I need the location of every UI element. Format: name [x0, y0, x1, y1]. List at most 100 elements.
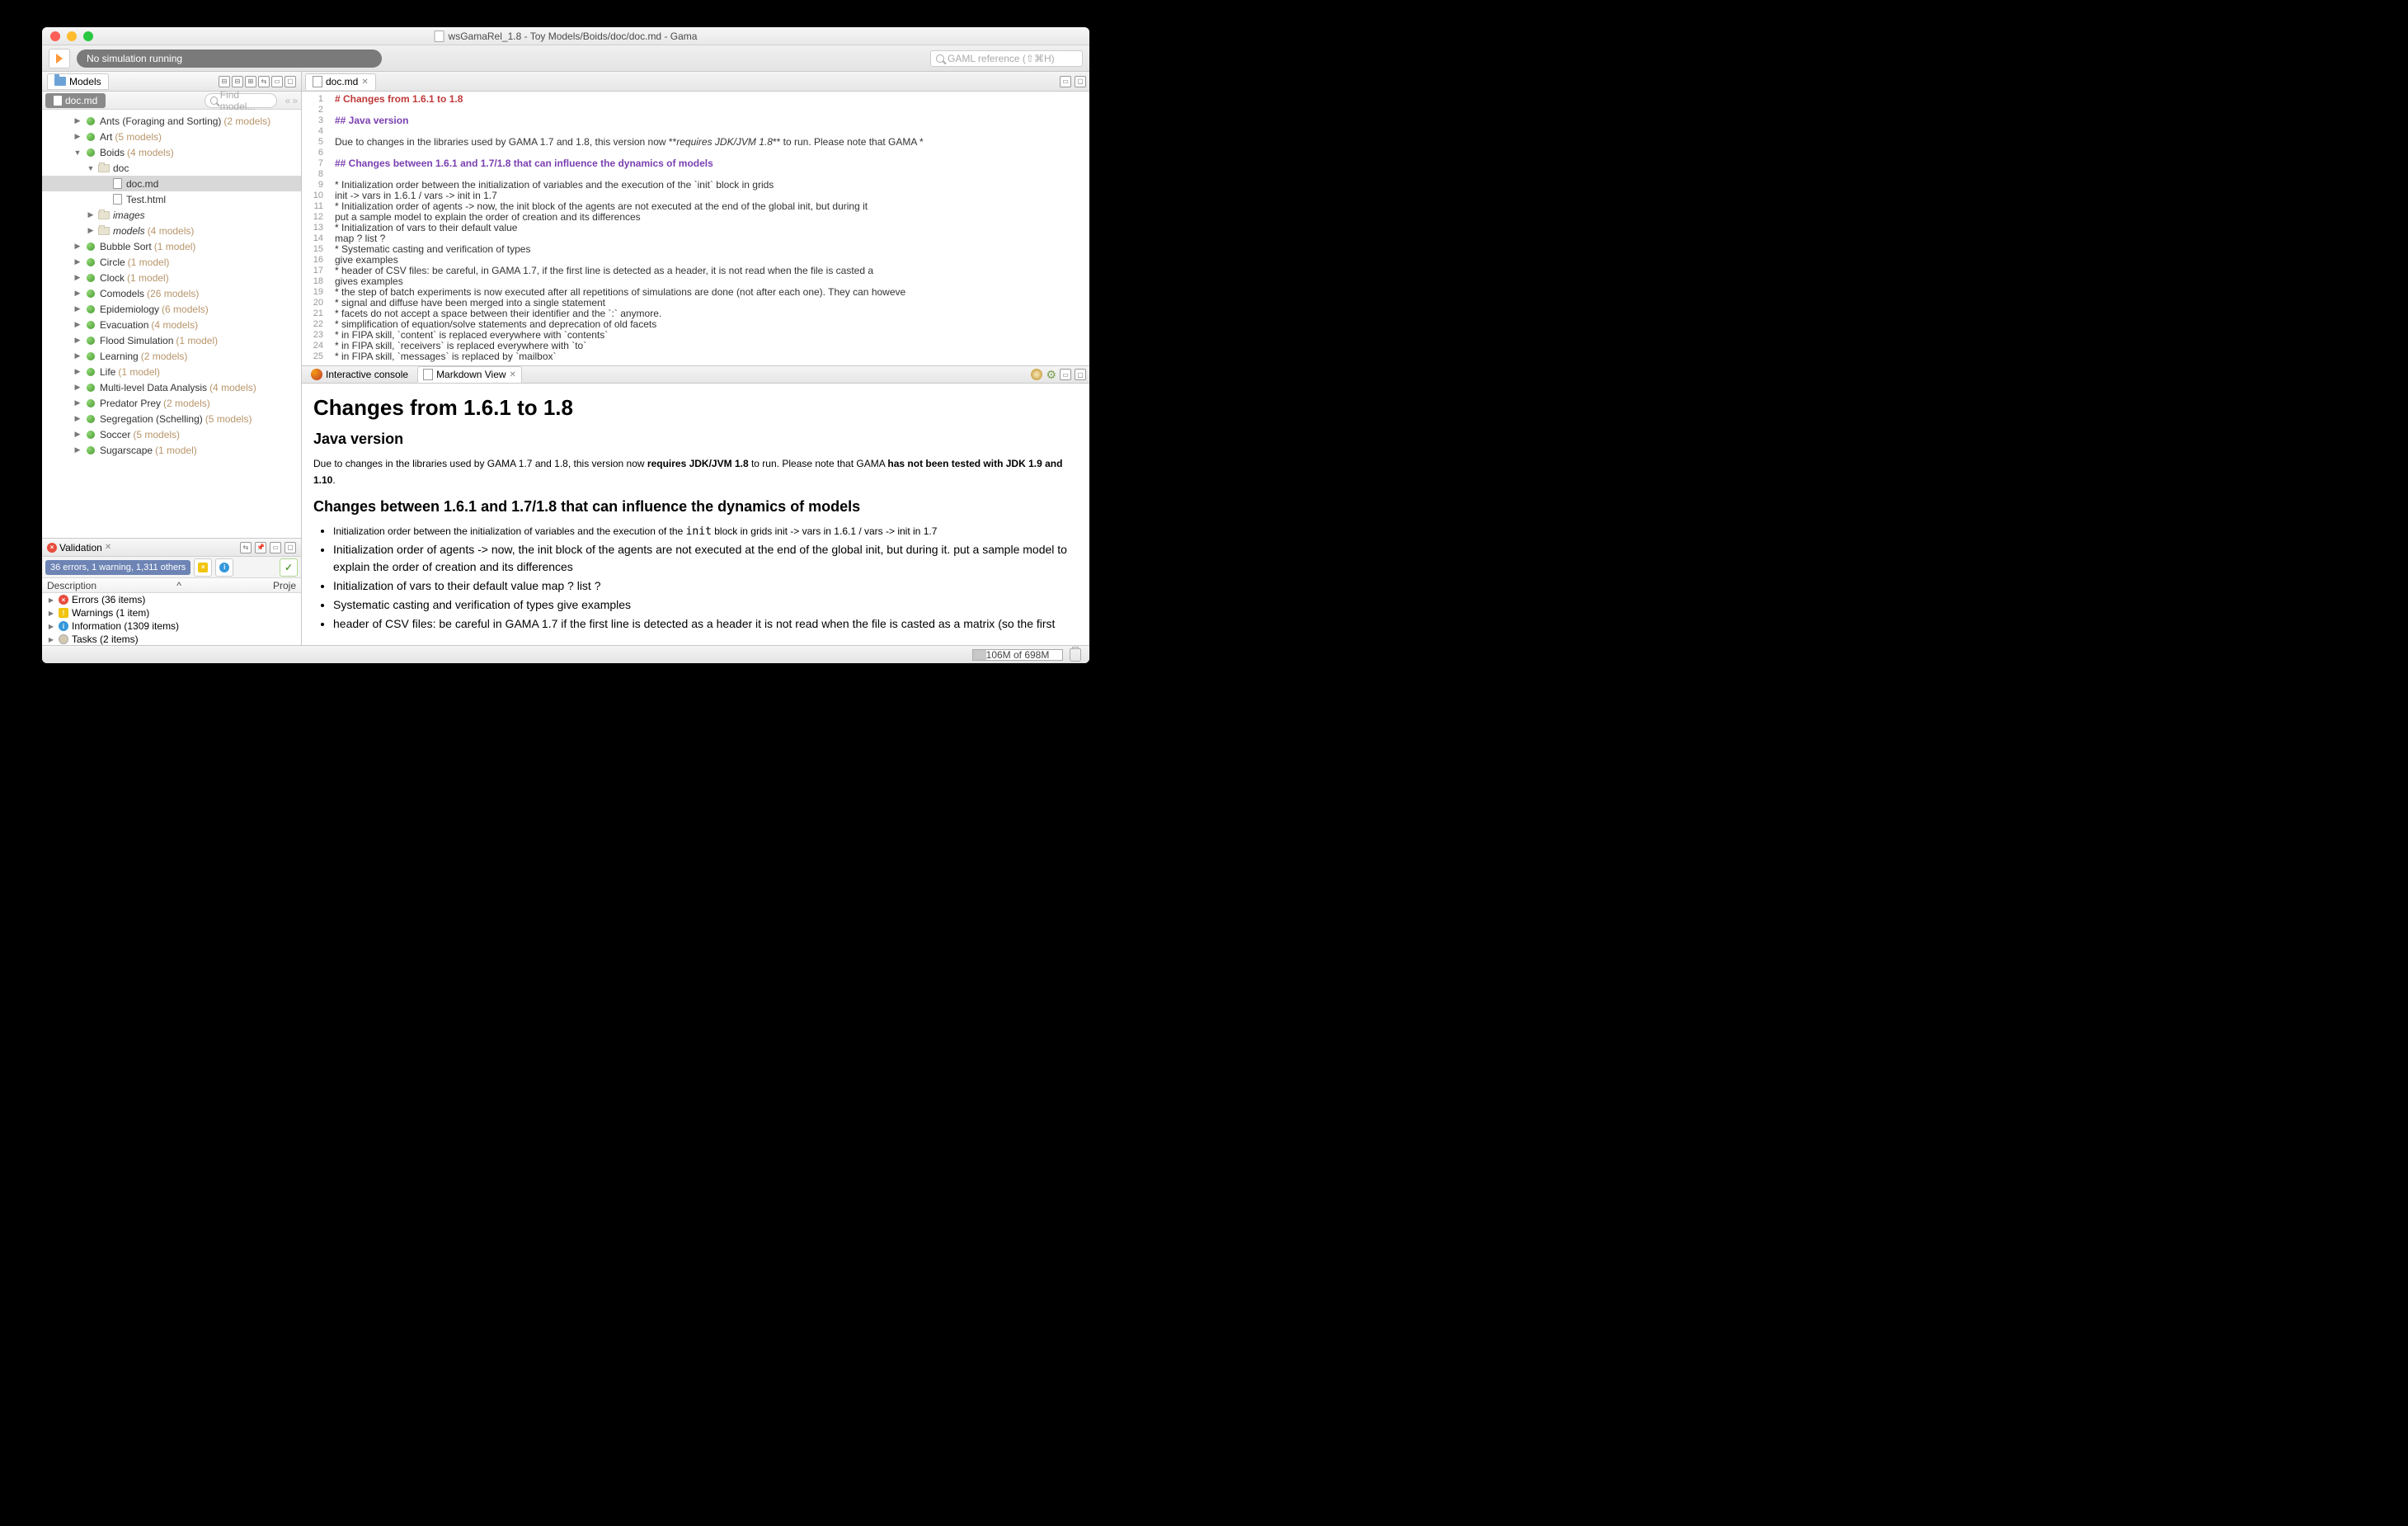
filter-info-button[interactable]: i — [215, 558, 233, 577]
validation-row[interactable]: ▶×Errors (36 items) — [42, 593, 301, 606]
window-title: wsGamaRel_1.8 - Toy Models/Boids/doc/doc… — [435, 31, 698, 42]
breadcrumb-bar: doc.md Find model... « » — [42, 92, 301, 110]
model-icon — [85, 383, 96, 393]
link-icon[interactable]: ⇆ — [258, 76, 270, 87]
tree-item[interactable]: ▶Bubble Sort (1 model) — [42, 238, 301, 254]
filter-errors-button[interactable]: × — [194, 558, 212, 577]
tree-item[interactable]: ▶models (4 models) — [42, 223, 301, 238]
maximize-icon[interactable]: ▢ — [1075, 369, 1086, 380]
close-icon[interactable]: ✕ — [361, 78, 368, 87]
collapse-icon[interactable]: ⊟ — [219, 76, 230, 87]
tree-item[interactable]: ▶Learning (2 models) — [42, 348, 301, 364]
app-window: wsGamaRel_1.8 - Toy Models/Boids/doc/doc… — [42, 27, 1089, 663]
filter-icon[interactable]: ⇆ — [240, 542, 252, 553]
md-h2: Changes between 1.6.1 and 1.7/1.8 that c… — [313, 498, 1078, 516]
validation-summary: 36 errors, 1 warning, 1,311 others — [45, 560, 190, 575]
validation-filter-bar: 36 errors, 1 warning, 1,311 others × i ✓ — [42, 557, 301, 578]
left-pane: Models ⊟ ⊟ ⊞ ⇆ ▭ ▢ doc.md Find — [42, 72, 302, 645]
memory-indicator[interactable]: 106M of 698M — [972, 649, 1063, 661]
file-icon — [54, 96, 62, 106]
run-button[interactable] — [49, 49, 70, 68]
models-tab[interactable]: Models — [47, 73, 109, 90]
titlebar: wsGamaRel_1.8 - Toy Models/Boids/doc/doc… — [42, 27, 1089, 45]
file-icon — [111, 179, 123, 189]
minimize-icon[interactable]: ▭ — [271, 76, 283, 87]
nav-forward-icon[interactable]: » — [292, 95, 298, 106]
collapse-all-icon[interactable]: ⊟ — [232, 76, 243, 87]
md-paragraph: Due to changes in the libraries used by … — [313, 455, 1078, 488]
tree-item[interactable]: ▼Boids (4 models) — [42, 144, 301, 160]
minimize-icon[interactable]: ▭ — [1060, 76, 1071, 87]
window-controls — [42, 31, 93, 41]
validation-tabbar: × Validation ✕ ⇆ 📌 ▭ ▢ — [42, 539, 301, 557]
globe-icon[interactable] — [1031, 369, 1042, 380]
tree-item[interactable]: ▶Flood Simulation (1 model) — [42, 332, 301, 348]
tree-item[interactable]: ▶Soccer (5 models) — [42, 426, 301, 442]
breadcrumb-file[interactable]: doc.md — [45, 93, 106, 108]
validation-row[interactable]: ▶iInformation (1309 items) — [42, 619, 301, 633]
bottom-tabbar: Interactive console Markdown View ✕ ⚙ ▭ … — [302, 365, 1089, 384]
expand-icon[interactable]: ⊞ — [245, 76, 256, 87]
tree-item[interactable]: ▶Ants (Foraging and Sorting) (2 models) — [42, 113, 301, 129]
tree-item[interactable]: ▶Segregation (Schelling) (5 models) — [42, 411, 301, 426]
minimize-icon[interactable]: ▭ — [1060, 369, 1071, 380]
model-icon — [85, 132, 96, 142]
main-area: Models ⊟ ⊟ ⊞ ⇆ ▭ ▢ doc.md Find — [42, 72, 1089, 645]
nav-back-icon[interactable]: « — [285, 95, 291, 106]
md-list-item: Initialization of vars to their default … — [333, 577, 1078, 595]
simulation-status: No simulation running — [77, 49, 382, 68]
tree-item[interactable]: ▶Art (5 models) — [42, 129, 301, 144]
minimize-window-button[interactable] — [67, 31, 77, 41]
line-gutter: 1234567891011121314151617181920212223242… — [302, 92, 330, 365]
validation-row[interactable]: ▶!Warnings (1 item) — [42, 606, 301, 619]
maximize-icon[interactable]: ▢ — [1075, 76, 1086, 87]
model-icon — [85, 242, 96, 252]
model-icon — [85, 116, 96, 126]
markdown-preview[interactable]: Changes from 1.6.1 to 1.8 Java version D… — [302, 384, 1089, 645]
validation-list[interactable]: ▶×Errors (36 items)▶!Warnings (1 item)▶i… — [42, 593, 301, 645]
tree-item[interactable]: ▶images — [42, 207, 301, 223]
tree-item[interactable]: ▶Evacuation (4 models) — [42, 317, 301, 332]
find-model-input[interactable]: Find model... — [205, 93, 277, 108]
code-content[interactable]: # Changes from 1.6.1 to 1.8 ## Java vers… — [330, 92, 1089, 365]
tree-item[interactable]: ▶Epidemiology (6 models) — [42, 301, 301, 317]
tree-item[interactable]: ▼doc — [42, 160, 301, 176]
tree-item[interactable]: Test.html — [42, 191, 301, 207]
tree-item[interactable]: doc.md — [42, 176, 301, 191]
pin-icon[interactable]: 📌 — [255, 542, 266, 553]
validation-tab[interactable]: × Validation ✕ — [47, 542, 111, 553]
gear-icon[interactable]: ⚙ — [1046, 368, 1056, 382]
close-icon[interactable]: ✕ — [510, 370, 516, 379]
model-tree[interactable]: ▶Ants (Foraging and Sorting) (2 models)▶… — [42, 110, 301, 538]
trash-icon[interactable] — [1070, 648, 1081, 662]
markdown-icon — [423, 369, 433, 380]
tab-markdown-view[interactable]: Markdown View ✕ — [417, 366, 522, 383]
tree-item[interactable]: ▶Sugarscape (1 model) — [42, 442, 301, 458]
model-icon — [85, 257, 96, 267]
tree-item[interactable]: ▶Predator Prey (2 models) — [42, 395, 301, 411]
close-window-button[interactable] — [50, 31, 60, 41]
code-editor[interactable]: 1234567891011121314151617181920212223242… — [302, 92, 1089, 365]
tree-item[interactable]: ▶Comodels (26 models) — [42, 285, 301, 301]
editor-tab-docmd[interactable]: doc.md ✕ — [305, 73, 376, 90]
maximize-icon[interactable]: ▢ — [285, 542, 296, 553]
tree-item[interactable]: ▶Clock (1 model) — [42, 270, 301, 285]
md-h1: Changes from 1.6.1 to 1.8 — [313, 395, 1078, 421]
model-icon — [85, 148, 96, 158]
validate-button[interactable]: ✓ — [280, 558, 298, 577]
tree-item[interactable]: ▶Multi-level Data Analysis (4 models) — [42, 379, 301, 395]
gaml-search-input[interactable]: GAML reference (⇧⌘H) — [930, 50, 1083, 67]
tab-console[interactable]: Interactive console — [305, 366, 414, 383]
md-list-item: Initialization order between the initial… — [333, 522, 1078, 540]
folder-icon — [98, 210, 110, 220]
validation-row[interactable]: ▶Tasks (2 items) — [42, 633, 301, 645]
info-icon: i — [59, 621, 68, 631]
nav-arrows: « » — [285, 95, 298, 106]
tree-item[interactable]: ▶Circle (1 model) — [42, 254, 301, 270]
minimize-icon[interactable]: ▭ — [270, 542, 281, 553]
md-list: Initialization order between the initial… — [333, 522, 1078, 633]
maximize-window-button[interactable] — [83, 31, 93, 41]
tree-item[interactable]: ▶Life (1 model) — [42, 364, 301, 379]
close-icon[interactable]: ✕ — [105, 543, 111, 552]
maximize-icon[interactable]: ▢ — [285, 76, 296, 87]
